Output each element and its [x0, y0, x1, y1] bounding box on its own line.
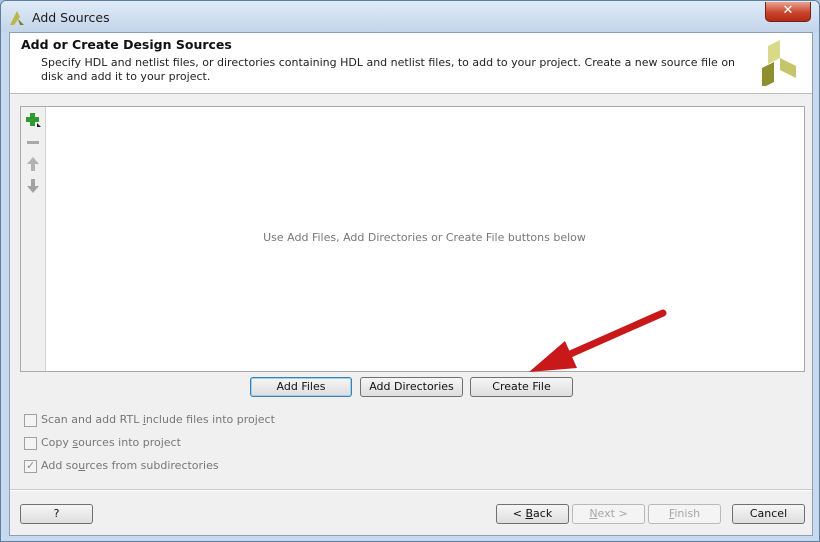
add-sources-dialog: Add Sources ✕ Add or Create Design Sourc… — [0, 0, 820, 542]
vivado-logo-icon — [762, 40, 796, 86]
cancel-button[interactable]: Cancel — [732, 504, 805, 524]
list-toolbar — [21, 107, 46, 371]
help-button[interactable]: ? — [20, 504, 93, 524]
add-files-button[interactable]: Add Files — [250, 377, 352, 397]
copy-sources-checkbox[interactable] — [24, 437, 37, 450]
window-close-button[interactable]: ✕ — [765, 2, 811, 22]
add-subdirs-checkbox[interactable]: ✓ — [24, 459, 37, 473]
copy-sources-label: Copy sources into project — [41, 436, 181, 449]
dialog-client-area: Add or Create Design Sources Specify HDL… — [9, 32, 813, 536]
back-button[interactable]: < Back — [496, 504, 569, 524]
create-file-button[interactable]: Create File — [470, 377, 573, 397]
add-subdirs-label: Add sources from subdirectories — [41, 459, 219, 472]
finish-button[interactable]: Finish — [648, 504, 721, 524]
next-button[interactable]: Next > — [572, 504, 645, 524]
add-directories-button[interactable]: Add Directories — [360, 377, 463, 397]
page-description: Specify HDL and netlist files, or direct… — [41, 56, 736, 83]
scan-rtl-label: Scan and add RTL include files into proj… — [41, 413, 275, 426]
sources-list-panel[interactable]: Use Add Files, Add Directories or Create… — [20, 106, 805, 372]
title-bar[interactable]: Add Sources ✕ — [1, 1, 819, 32]
move-down-icon[interactable] — [24, 177, 42, 195]
empty-list-message: Use Add Files, Add Directories or Create… — [263, 231, 586, 244]
add-icon[interactable] — [24, 111, 42, 129]
checkmark-icon: ✓ — [26, 459, 36, 472]
page-title: Add or Create Design Sources — [21, 37, 232, 52]
window-title: Add Sources — [32, 10, 110, 25]
move-up-icon[interactable] — [24, 155, 42, 173]
scan-rtl-checkbox[interactable] — [24, 414, 37, 427]
page-header: Add or Create Design Sources Specify HDL… — [10, 33, 812, 94]
app-logo-icon — [10, 11, 24, 25]
footer-separator — [10, 489, 812, 491]
remove-icon[interactable] — [24, 133, 42, 151]
